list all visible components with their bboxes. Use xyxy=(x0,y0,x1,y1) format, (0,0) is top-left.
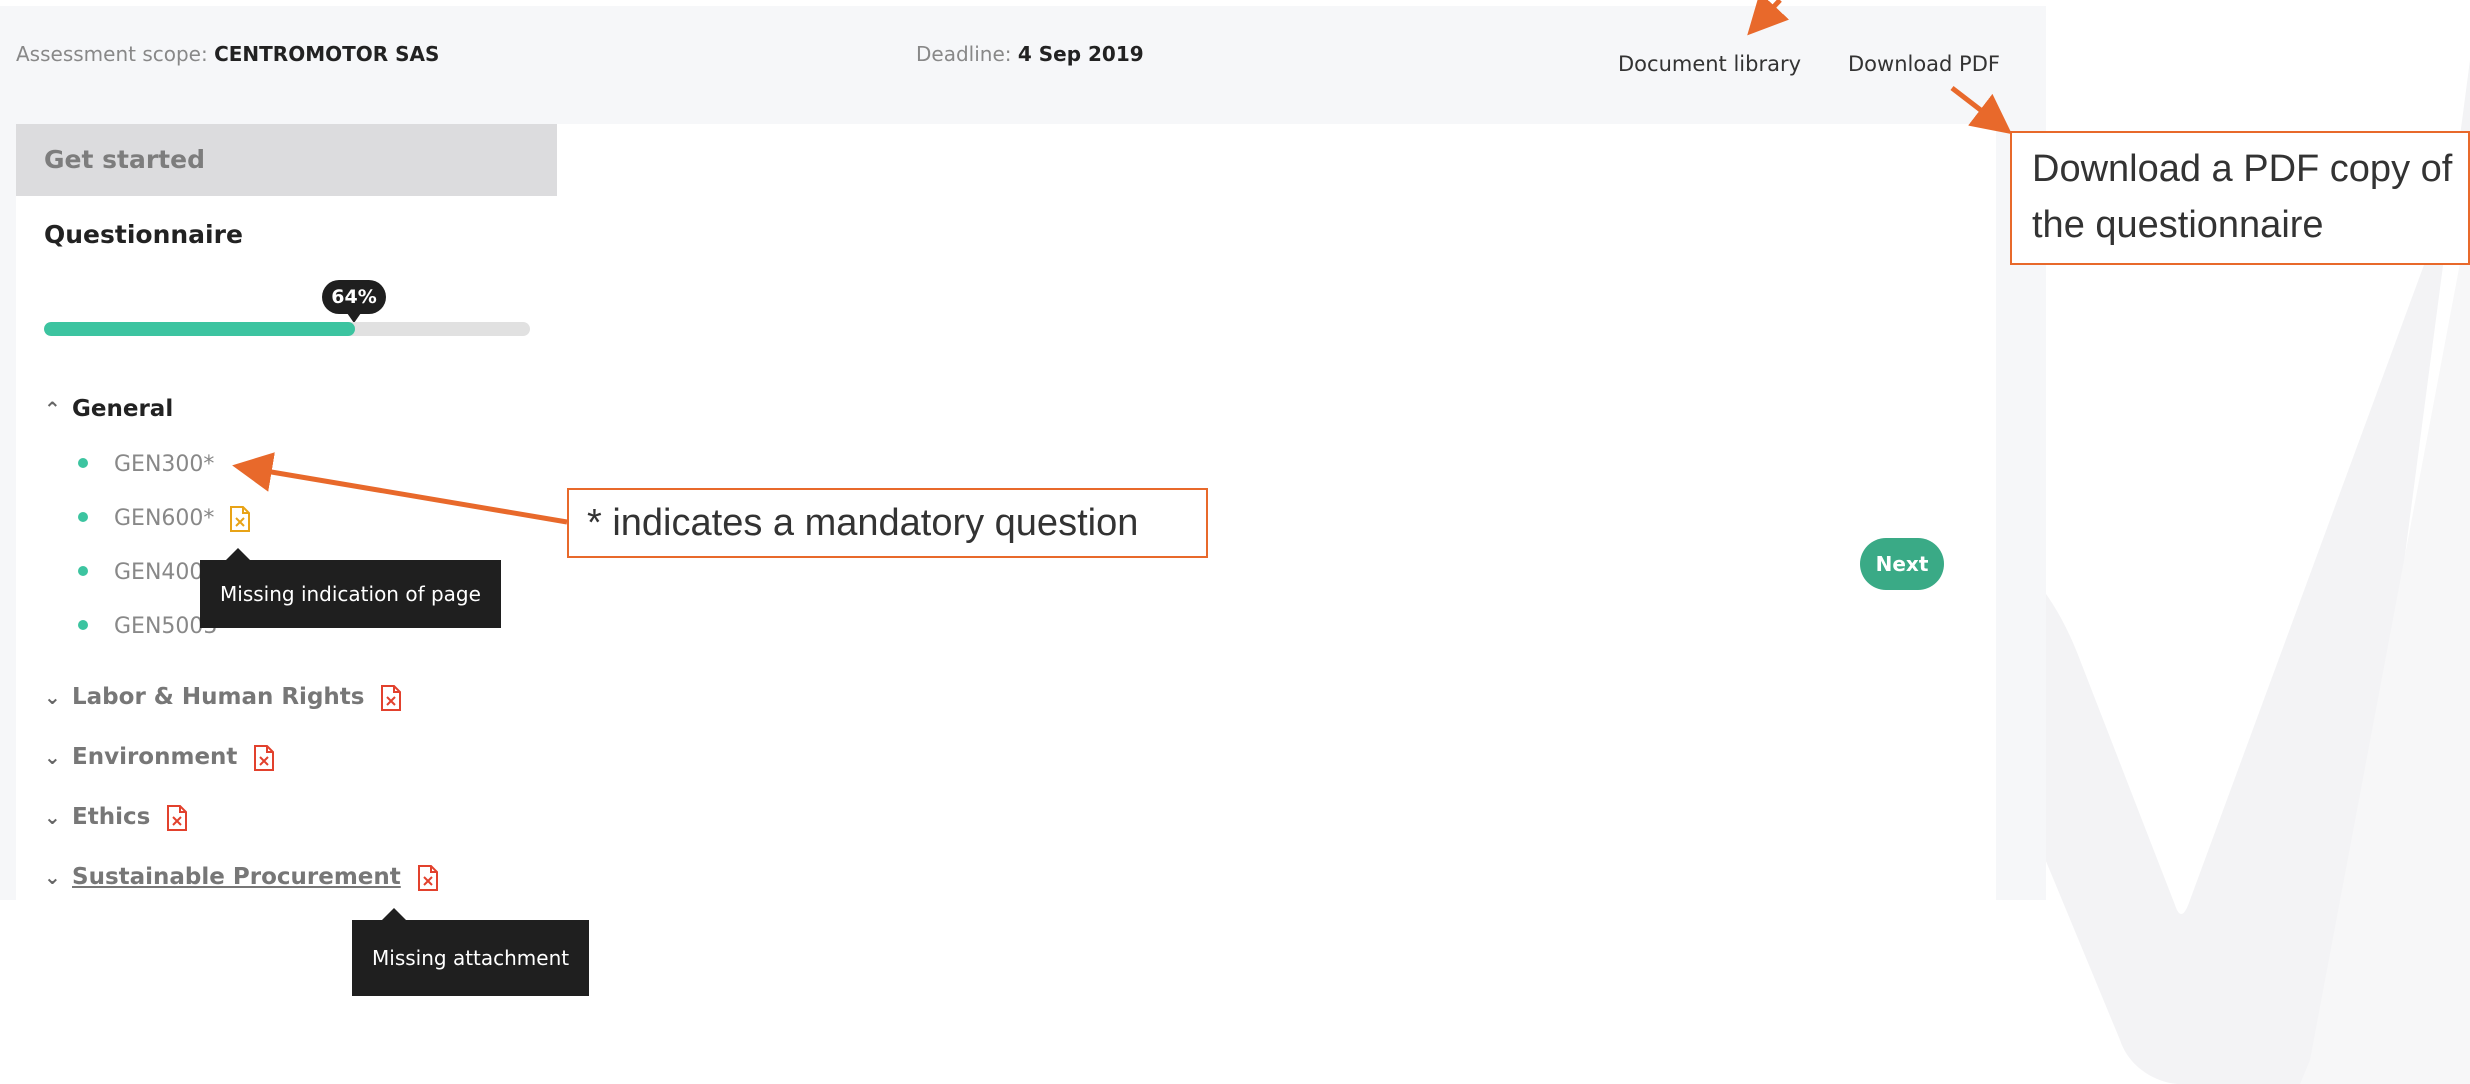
section-ethics[interactable]: ⌄ Ethics xyxy=(44,804,188,831)
progress-bubble: 64% xyxy=(322,280,386,323)
download-pdf-callout: Download a PDF copy of the questionnaire xyxy=(2010,131,2470,265)
tooltip-missing-attachment: Missing attachment xyxy=(352,908,590,996)
callout-line: Download a PDF copy of xyxy=(2032,148,2453,190)
download-pdf-link[interactable]: Download PDF xyxy=(1848,52,2000,76)
deadline-label: Deadline: xyxy=(916,42,1012,66)
chevron-down-icon: ⌄ xyxy=(44,805,61,829)
file-error-icon xyxy=(254,744,275,771)
section-general[interactable]: ⌃ General xyxy=(44,396,173,422)
file-warning-icon xyxy=(230,506,251,532)
question-label: GEN400 xyxy=(114,560,204,585)
assessment-app: Assessment scope: CENTROMOTOR SAS Deadli… xyxy=(0,6,2046,900)
question-label: GEN300* xyxy=(114,452,215,477)
chevron-down-icon: ⌄ xyxy=(44,745,61,769)
chevron-down-icon: ⌄ xyxy=(44,865,61,889)
status-dot xyxy=(78,620,88,630)
deadline: Deadline: 4 Sep 2019 xyxy=(916,42,1144,66)
status-dot xyxy=(78,566,88,576)
section-sustainable-procurement[interactable]: ⌄ Sustainable Procurement xyxy=(44,864,439,891)
section-general-label: General xyxy=(72,396,174,422)
status-dot xyxy=(78,512,88,522)
get-started-item[interactable]: Get started xyxy=(16,124,557,196)
callout-line: the questionnaire xyxy=(2032,204,2324,246)
question-gen600[interactable]: GEN600* xyxy=(78,506,251,532)
file-error-icon xyxy=(381,684,402,711)
sidebar: Get started Questionnaire 64% ⌃ General G… xyxy=(16,124,557,900)
section-label: Environment xyxy=(72,744,238,770)
scope-label: Assessment scope: xyxy=(16,42,208,66)
chevron-up-icon: ⌃ xyxy=(44,397,61,421)
status-dot xyxy=(78,458,88,468)
chevron-down-icon: ⌄ xyxy=(44,685,61,709)
section-label: Labor & Human Rights xyxy=(72,684,365,710)
question-gen400[interactable]: GEN400 xyxy=(78,560,203,585)
header: Assessment scope: CENTROMOTOR SAS Deadli… xyxy=(0,6,2046,124)
file-error-icon xyxy=(417,864,438,891)
progress-fill xyxy=(44,322,356,336)
deadline-value: 4 Sep 2019 xyxy=(1017,42,1144,66)
document-library-link[interactable]: Document library xyxy=(1618,52,1801,76)
question-label: GEN600* xyxy=(114,506,215,531)
questionnaire-title: Questionnaire xyxy=(44,220,243,249)
progress-bar xyxy=(44,322,530,336)
assessment-scope: Assessment scope: CENTROMOTOR SAS xyxy=(16,42,439,66)
scope-value: CENTROMOTOR SAS xyxy=(214,42,440,66)
file-error-icon xyxy=(167,804,188,831)
section-label: Ethics xyxy=(72,804,151,830)
section-labor-human-rights[interactable]: ⌄ Labor & Human Rights xyxy=(44,684,402,711)
next-button[interactable]: Next xyxy=(1860,538,1944,590)
question-gen300[interactable]: GEN300* xyxy=(78,452,214,477)
tooltip-missing-page: Missing indication of page xyxy=(200,548,501,628)
mandatory-callout: * indicates a mandatory question xyxy=(567,488,1208,558)
section-environment[interactable]: ⌄ Environment xyxy=(44,744,275,771)
section-label: Sustainable Procurement xyxy=(72,864,401,890)
